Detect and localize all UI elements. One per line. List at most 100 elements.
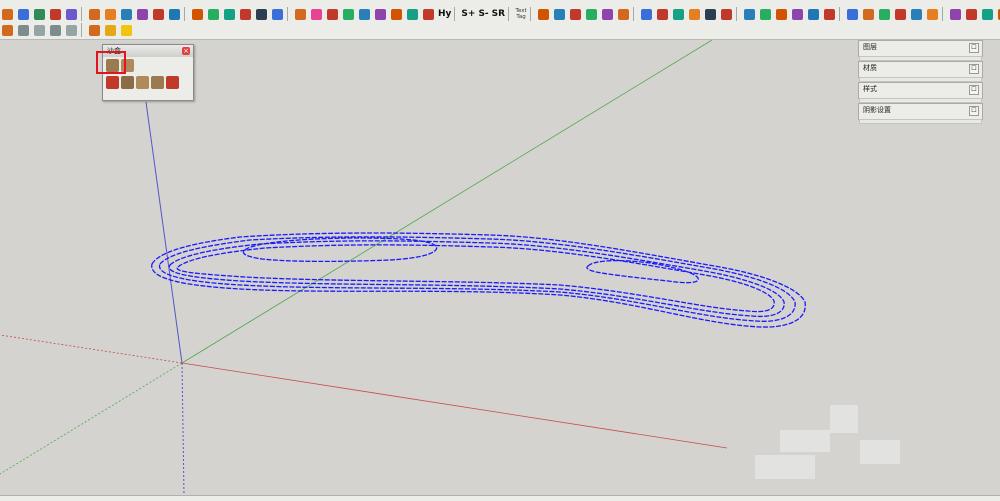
tool-icon[interactable] [600, 7, 615, 22]
tool-icon[interactable] [373, 7, 388, 22]
watermark-blur [755, 455, 815, 479]
tool-icon[interactable] [845, 7, 860, 22]
tool-icon[interactable] [893, 7, 908, 22]
tool-icon[interactable] [270, 7, 285, 22]
tool-icon[interactable] [639, 7, 654, 22]
tool-icon[interactable] [119, 23, 134, 38]
sandbox-tool-icon[interactable] [106, 76, 119, 89]
tool-icon[interactable] [16, 7, 31, 22]
tool-icon[interactable] [806, 7, 821, 22]
blue-axis [145, 101, 183, 364]
tray-panel-bar [859, 119, 982, 124]
tool-icon[interactable] [616, 7, 631, 22]
tool-icon[interactable] [341, 7, 356, 22]
tool-icon[interactable] [119, 7, 134, 22]
tool-icon[interactable] [790, 7, 805, 22]
toolbar-separator [454, 7, 458, 21]
tool-icon[interactable] [32, 23, 47, 38]
tool-icon[interactable] [87, 23, 102, 38]
tool-icon[interactable] [103, 7, 118, 22]
hy-button[interactable]: Hy [437, 9, 452, 19]
tool-icon[interactable] [222, 7, 237, 22]
tool-icon[interactable] [293, 7, 308, 22]
expand-icon[interactable]: ☐ [969, 43, 979, 53]
tool-icon[interactable] [206, 7, 221, 22]
contour-middle-3 [176, 244, 775, 313]
tool-icon[interactable] [0, 23, 15, 38]
toolbar-separator [530, 7, 534, 21]
watermark-blur [780, 430, 830, 452]
tool-icon[interactable] [655, 7, 670, 22]
tool-icon[interactable] [87, 7, 102, 22]
tool-icon[interactable] [671, 7, 686, 22]
tray-panel-header[interactable]: 材质 ☐ [858, 61, 983, 82]
tool-icon[interactable] [254, 7, 269, 22]
tool-icon[interactable] [719, 7, 734, 22]
status-bar [0, 495, 1000, 501]
tool-icon[interactable] [16, 23, 31, 38]
tool-icon[interactable] [584, 7, 599, 22]
tool-icon[interactable] [135, 7, 150, 22]
tray-panel-label: 图层 [863, 43, 877, 51]
tool-icon[interactable] [742, 7, 757, 22]
tool-icon[interactable] [167, 7, 182, 22]
tool-icon[interactable] [925, 7, 940, 22]
tool-icon[interactable] [996, 7, 1000, 22]
tool-icon[interactable] [877, 7, 892, 22]
sandbox-tool-icon[interactable] [151, 76, 164, 89]
toolbar-separator [81, 7, 85, 21]
tool-icon[interactable] [568, 7, 583, 22]
tool-icon[interactable] [552, 7, 567, 22]
sandbox-tool-icon[interactable] [136, 76, 149, 89]
tool-icon[interactable] [48, 23, 63, 38]
tool-icon[interactable] [190, 7, 205, 22]
tool-icon[interactable] [758, 7, 773, 22]
tray-panel-header[interactable]: 样式 ☐ [858, 82, 983, 103]
green-axis-dashed [0, 362, 183, 475]
blue-axis-dashed [181, 362, 185, 495]
tool-icon[interactable] [325, 7, 340, 22]
expand-icon[interactable]: ☐ [969, 85, 979, 95]
tool-icon[interactable] [64, 23, 79, 38]
tool-icon[interactable] [405, 7, 420, 22]
red-axis-dashed [0, 334, 183, 364]
tool-icon[interactable] [687, 7, 702, 22]
tool-icon[interactable] [0, 7, 15, 22]
tool-icon[interactable] [703, 7, 718, 22]
tray-panel-label: 阴影设置 [863, 106, 891, 114]
tool-icon[interactable] [389, 7, 404, 22]
expand-icon[interactable]: ☐ [969, 64, 979, 74]
toolbar-separator [839, 7, 843, 21]
tool-icon[interactable] [861, 7, 876, 22]
tool-icon[interactable] [151, 7, 166, 22]
tool-icon[interactable] [357, 7, 372, 22]
tool-icon[interactable] [103, 23, 118, 38]
tool-icon[interactable] [421, 7, 436, 22]
tool-icon[interactable] [48, 7, 63, 22]
green-axis [181, 40, 713, 364]
text-tag-button[interactable]: Text Tag [514, 8, 528, 20]
tool-icon[interactable] [980, 7, 995, 22]
default-tray: 图层 ☐ 材质 ☐ 样式 ☐ 阴影设置 ☐ [858, 40, 983, 124]
tool-icon[interactable] [964, 7, 979, 22]
close-icon[interactable]: × [182, 47, 190, 55]
tray-panel-header[interactable]: 阴影设置 ☐ [858, 103, 983, 124]
s-plus-button[interactable]: S+ [460, 9, 476, 19]
sandbox-tool-icon[interactable] [166, 76, 179, 89]
tool-icon[interactable] [536, 7, 551, 22]
tool-icon[interactable] [774, 7, 789, 22]
tool-icon[interactable] [238, 7, 253, 22]
s-r-button[interactable]: SR [491, 9, 506, 19]
s-minus-button[interactable]: S- [477, 9, 489, 19]
tool-icon[interactable] [32, 7, 47, 22]
sandbox-tool-icon[interactable] [121, 76, 134, 89]
tool-icon[interactable] [309, 7, 324, 22]
toolbar-area: Hy S+ S- SR Text Tag [0, 0, 1000, 40]
tool-icon[interactable] [909, 7, 924, 22]
tray-panel-header[interactable]: 图层 ☐ [858, 40, 983, 61]
tool-icon[interactable] [64, 7, 79, 22]
tool-icon[interactable] [822, 7, 837, 22]
tool-icon[interactable] [948, 7, 963, 22]
expand-icon[interactable]: ☐ [969, 106, 979, 116]
sandbox-row-2 [103, 74, 193, 91]
